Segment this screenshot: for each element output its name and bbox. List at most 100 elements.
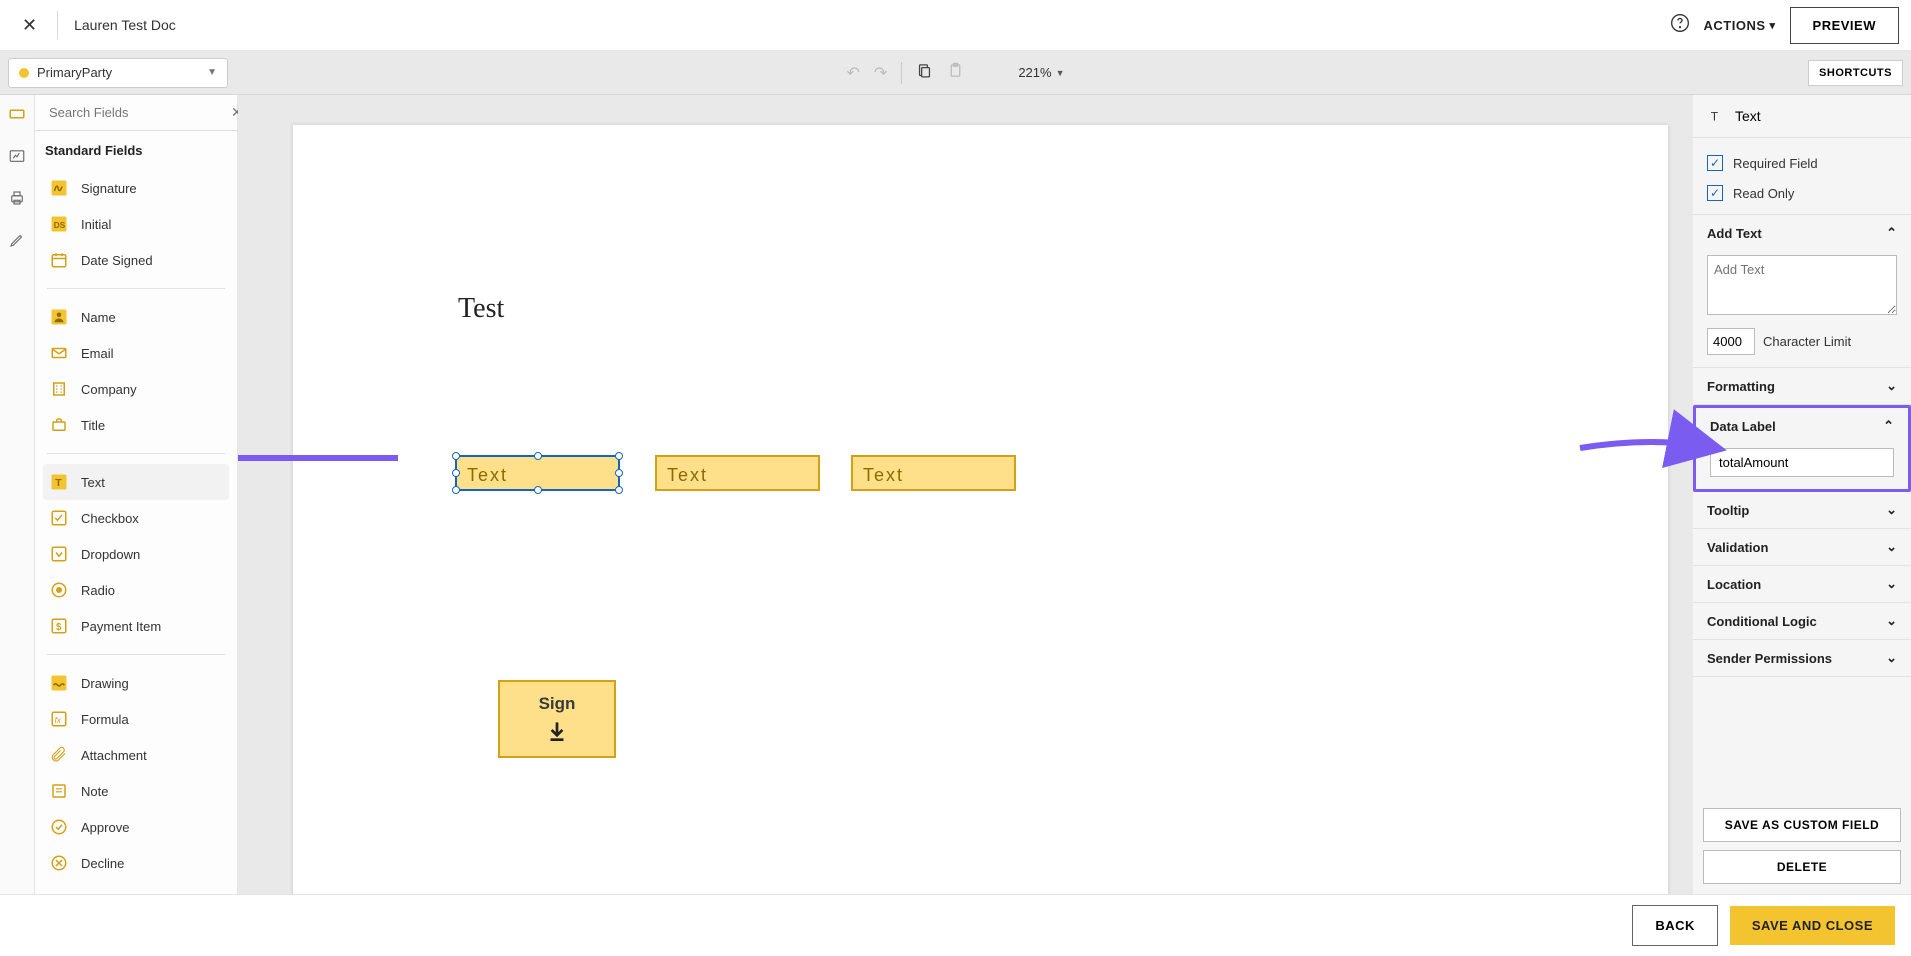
person-icon: [49, 307, 69, 327]
char-limit-input[interactable]: [1707, 328, 1755, 355]
resize-handle[interactable]: [534, 452, 542, 460]
resize-handle[interactable]: [615, 469, 623, 477]
field-radio[interactable]: Radio: [43, 572, 229, 608]
field-label: Signature: [81, 181, 137, 196]
svg-text:DS: DS: [54, 221, 66, 230]
close-icon[interactable]: ✕: [12, 9, 47, 42]
note-icon: [49, 781, 69, 801]
delete-button[interactable]: DELETE: [1703, 850, 1901, 884]
field-label: Payment Item: [81, 619, 161, 634]
field-note[interactable]: Note: [43, 773, 229, 809]
field-initial[interactable]: DS Initial: [43, 206, 229, 242]
field-title[interactable]: Title: [43, 407, 229, 443]
location-accordion[interactable]: Location ⌄: [1693, 566, 1911, 602]
tooltip-accordion[interactable]: Tooltip ⌄: [1693, 492, 1911, 528]
field-label: Decline: [81, 856, 124, 871]
validation-accordion[interactable]: Validation ⌄: [1693, 529, 1911, 565]
conditional-logic-accordion[interactable]: Conditional Logic ⌄: [1693, 603, 1911, 639]
field-decline[interactable]: Decline: [43, 845, 229, 881]
field-label: Initial: [81, 217, 111, 232]
approve-icon: [49, 817, 69, 837]
accordion-title: Tooltip: [1707, 503, 1749, 518]
party-select[interactable]: PrimaryParty ▼: [8, 58, 228, 88]
search-field-wrap: ✕: [35, 95, 237, 131]
sender-permissions-accordion[interactable]: Sender Permissions ⌄: [1693, 640, 1911, 676]
formatting-accordion[interactable]: Formatting ⌄: [1693, 368, 1911, 404]
accordion-title: Location: [1707, 577, 1761, 592]
text-field[interactable]: Text: [851, 455, 1016, 491]
required-checkbox-row[interactable]: ✓ Required Field: [1693, 148, 1911, 178]
add-text-accordion[interactable]: Add Text ⌃: [1693, 215, 1911, 251]
svg-text:T: T: [1711, 110, 1719, 124]
save-custom-field-button[interactable]: SAVE AS CUSTOM FIELD: [1703, 808, 1901, 842]
field-dropdown[interactable]: Dropdown: [43, 536, 229, 572]
field-date-signed[interactable]: Date Signed: [43, 242, 229, 278]
field-approve[interactable]: Approve: [43, 809, 229, 845]
print-tab-icon[interactable]: [8, 189, 26, 207]
copy-icon[interactable]: [916, 62, 933, 84]
back-button[interactable]: BACK: [1632, 905, 1718, 946]
sign-field[interactable]: Sign: [498, 680, 616, 758]
canvas[interactable]: Test Text Text Text Sign: [238, 95, 1693, 894]
fields-tab-icon[interactable]: [8, 105, 26, 123]
field-drawing[interactable]: Drawing: [43, 665, 229, 701]
data-label-accordion[interactable]: Data Label ⌃: [1696, 408, 1908, 444]
field-label: Formula: [81, 712, 129, 727]
field-company[interactable]: Company: [43, 371, 229, 407]
chevron-down-icon: ⌄: [1886, 539, 1897, 555]
redo-icon[interactable]: ↷: [874, 63, 887, 83]
search-input[interactable]: [49, 105, 225, 120]
text-field-selected[interactable]: Text: [455, 455, 620, 491]
signature-icon: [49, 178, 69, 198]
separator: [47, 453, 225, 454]
field-label: Email: [81, 346, 114, 361]
undo-icon[interactable]: ↶: [847, 63, 860, 83]
readonly-checkbox-row[interactable]: ✓ Read Only: [1693, 178, 1911, 208]
party-color-dot: [19, 68, 29, 78]
resize-handle[interactable]: [534, 486, 542, 494]
text-field[interactable]: Text: [655, 455, 820, 491]
paste-icon[interactable]: [947, 62, 964, 84]
panel-header: T Text: [1693, 95, 1911, 138]
resize-handle[interactable]: [452, 469, 460, 477]
checkbox-checked-icon[interactable]: ✓: [1707, 185, 1723, 201]
decline-icon: [49, 853, 69, 873]
chevron-up-icon: ⌃: [1883, 418, 1894, 434]
checkbox-checked-icon[interactable]: ✓: [1707, 155, 1723, 171]
field-email[interactable]: Email: [43, 335, 229, 371]
secondary-toolbar: PrimaryParty ▼ ↶ ↷ 221% ▼ SHORTCUTS: [0, 51, 1911, 95]
field-name[interactable]: Name: [43, 299, 229, 335]
page-heading: Test: [458, 293, 504, 325]
field-payment[interactable]: $ Payment Item: [43, 608, 229, 644]
field-formula[interactable]: fx Formula: [43, 701, 229, 737]
data-label-input[interactable]: [1710, 448, 1894, 477]
add-text-input[interactable]: [1707, 255, 1897, 315]
shortcuts-button[interactable]: SHORTCUTS: [1808, 60, 1903, 86]
field-checkbox[interactable]: Checkbox: [43, 500, 229, 536]
chevron-down-icon: ⌄: [1886, 502, 1897, 518]
document-page[interactable]: Test Text Text Text Sign: [293, 125, 1668, 894]
actions-button[interactable]: ACTIONS ▾: [1704, 18, 1776, 33]
field-placeholder: Text: [467, 465, 508, 485]
resize-handle[interactable]: [615, 452, 623, 460]
prefill-tab-icon[interactable]: [8, 147, 26, 165]
text-icon: T: [49, 472, 69, 492]
top-bar: ✕ Lauren Test Doc ACTIONS ▾ PREVIEW: [0, 0, 1911, 51]
drawing-icon: [49, 673, 69, 693]
separator: [47, 288, 225, 289]
resize-handle[interactable]: [452, 486, 460, 494]
edit-tab-icon[interactable]: [8, 231, 26, 249]
resize-handle[interactable]: [615, 486, 623, 494]
zoom-select[interactable]: 221% ▼: [1018, 65, 1064, 80]
field-attachment[interactable]: Attachment: [43, 737, 229, 773]
field-signature[interactable]: Signature: [43, 170, 229, 206]
resize-handle[interactable]: [452, 452, 460, 460]
chevron-up-icon: ⌃: [1886, 225, 1897, 241]
chevron-down-icon: ⌄: [1886, 650, 1897, 666]
help-icon[interactable]: [1670, 13, 1690, 38]
accordion-title: Data Label: [1710, 419, 1776, 434]
chevron-down-icon: ⌄: [1886, 613, 1897, 629]
field-text[interactable]: T Text: [43, 464, 229, 500]
preview-button[interactable]: PREVIEW: [1790, 7, 1899, 44]
save-and-close-button[interactable]: SAVE AND CLOSE: [1730, 906, 1895, 945]
